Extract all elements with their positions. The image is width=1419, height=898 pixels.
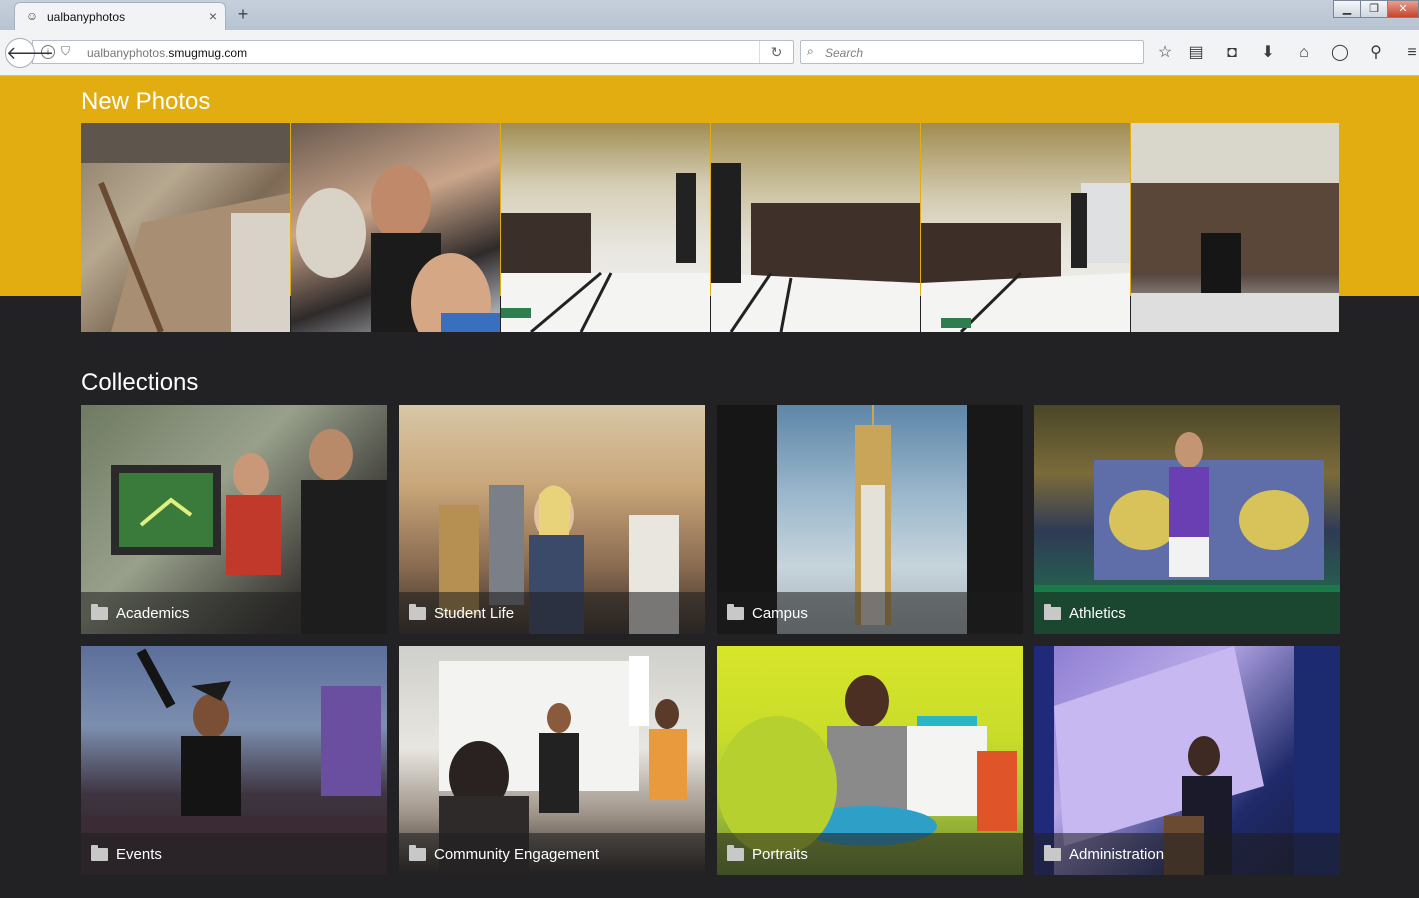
collection-label: Campus [752,605,808,622]
home-icon[interactable]: ⌂ [1293,42,1315,64]
shield-icon[interactable]: ⛉ [61,44,70,59]
favicon-icon: ☺ [25,9,39,23]
close-window-button[interactable]: ✕ [1387,0,1419,18]
folder-icon [91,604,108,620]
reading-list-icon[interactable]: ▤ [1185,42,1207,64]
collection-label: Athletics [1069,605,1126,622]
tab-title: ualbanyphotos [47,10,126,24]
folder-icon [409,604,426,620]
new-tab-button[interactable]: + [234,4,252,25]
star-icon[interactable]: ☆ [1154,42,1176,64]
collection-label: Administration [1069,846,1165,863]
download-icon[interactable]: ⬇ [1257,42,1279,64]
folder-icon [1044,604,1061,620]
construction-photo [81,123,290,332]
collection-card-portraits[interactable]: Portraits [717,646,1023,875]
maximize-button[interactable]: ❐ [1360,0,1388,18]
pocket-icon[interactable]: ◘ [1221,42,1243,64]
new-photo-thumbnail[interactable] [921,123,1130,332]
collection-card-academics[interactable]: Academics [81,405,387,634]
new-photos-heading: New Photos [81,88,211,115]
collection-label: Community Engagement [434,846,600,863]
tab-bar: ☺ ualbanyphotos × + ▁ ❐ ✕ [0,0,1419,30]
collection-card-campus[interactable]: Campus [717,405,1023,634]
collection-label: Student Life [434,605,515,622]
collection-card-administration[interactable]: Administration [1034,646,1340,875]
close-tab-icon[interactable]: × [209,8,217,24]
url-bar[interactable]: i ⛉ ualbanyphotos.smugmug.com ↻ [32,40,794,64]
minimize-button[interactable]: ▁ [1333,0,1361,18]
wand-icon[interactable]: ⚲ [1365,42,1387,64]
lecture-hall-photo [1131,123,1339,332]
collection-label: Portraits [752,846,808,863]
url-text[interactable]: ualbanyphotos.smugmug.com [87,46,247,60]
lecture-hall-photo [501,173,710,332]
collection-card-events[interactable]: Events [81,646,387,875]
lecture-hall-photo [921,183,1130,332]
reload-icon[interactable]: ↻ [759,41,793,63]
url-domain: smugmug.com [168,46,248,60]
new-photo-thumbnail[interactable] [81,123,290,332]
folder-icon [727,845,744,861]
back-button[interactable]: 🡐 [5,38,54,68]
folder-icon [727,604,744,620]
collection-label: Events [116,846,162,863]
chat-icon[interactable]: ◯ [1329,42,1351,64]
collection-label: Academics [116,605,190,622]
collection-card-athletics[interactable]: Athletics [1034,405,1340,634]
nav-toolbar: i ⛉ ualbanyphotos.smugmug.com ↻ 🡐 ⌕ Sear… [0,30,1419,76]
new-photo-thumbnail[interactable] [711,123,920,332]
collections-heading: Collections [81,369,199,396]
search-icon: ⌕ [807,44,814,58]
folder-icon [409,845,426,861]
tab-ualbanyphotos[interactable]: ☺ ualbanyphotos × [14,2,226,30]
new-photo-thumbnail[interactable] [291,123,500,332]
folder-icon [1044,845,1061,861]
collection-card-community-engagement[interactable]: Community Engagement [399,646,705,875]
new-photo-thumbnail[interactable] [1131,123,1339,332]
url-prefix: ualbanyphotos. [87,46,169,60]
students-photo [296,165,500,332]
new-photo-thumbnail[interactable] [501,123,710,332]
search-placeholder: Search [825,46,864,60]
browser-chrome: ☺ ualbanyphotos × + ▁ ❐ ✕ i ⛉ ualbanypho… [0,0,1419,76]
menu-icon[interactable]: ≡ [1401,42,1419,64]
folder-icon [91,845,108,861]
lecture-hall-photo [711,163,920,332]
search-bar[interactable]: ⌕ Search [800,40,1144,64]
collection-card-student-life[interactable]: Student Life [399,405,705,634]
